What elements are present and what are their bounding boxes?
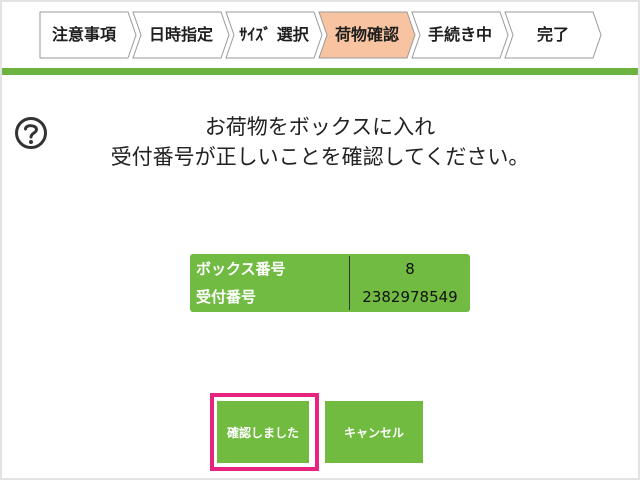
step-complete: 完了 xyxy=(504,11,602,59)
step-package-confirm: 荷物確認 xyxy=(318,11,416,59)
instruction-text: お荷物をボックスに入れ 受付番号が正しいことを確認してください。 xyxy=(60,112,580,172)
step-label: 注意事項 xyxy=(51,25,116,44)
step-label: 手続き中 xyxy=(427,25,492,44)
table-divider xyxy=(349,256,350,310)
receipt-number-value: 2382978549 xyxy=(362,288,458,306)
box-number-label: ボックス番号 xyxy=(196,260,286,278)
step-label: 日時指定 xyxy=(148,25,213,44)
header-divider xyxy=(2,68,638,75)
confirm-button[interactable]: 確認しました xyxy=(217,401,309,463)
step-label: 荷物確認 xyxy=(334,25,399,44)
instruction-line-2: 受付番号が正しいことを確認してください。 xyxy=(110,145,530,169)
step-label: 完了 xyxy=(536,25,569,44)
question-circle-icon[interactable] xyxy=(14,116,48,150)
info-table: ボックス番号 8 受付番号 2382978549 xyxy=(190,254,470,312)
step-processing: 手続き中 xyxy=(411,11,509,59)
box-number-value: 8 xyxy=(405,260,415,278)
step-size: ｻｲｽﾞ 選択 xyxy=(225,11,323,59)
receipt-number-label: 受付番号 xyxy=(196,288,257,306)
instruction-line-1: お荷物をボックスに入れ xyxy=(204,115,436,139)
receipt-number-row: 受付番号 2382978549 xyxy=(190,283,470,312)
step-datetime: 日時指定 xyxy=(132,11,230,59)
step-label: ｻｲｽﾞ 選択 xyxy=(239,25,309,44)
step-notes: 注意事項 xyxy=(39,11,137,59)
box-number-row: ボックス番号 8 xyxy=(190,255,470,284)
cancel-button[interactable]: キャンセル xyxy=(325,401,423,463)
